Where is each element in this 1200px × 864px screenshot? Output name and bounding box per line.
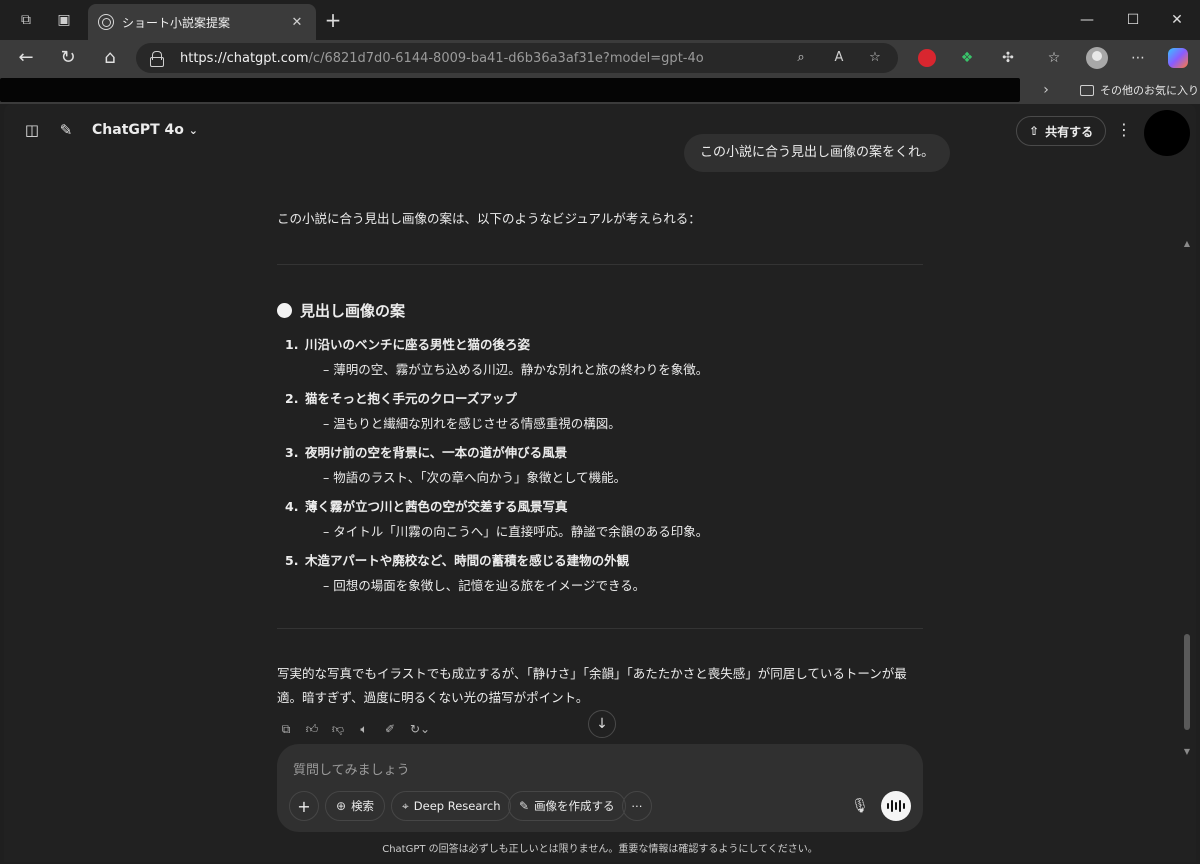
scroll-up-arrow-icon[interactable]: ▲ bbox=[1183, 240, 1191, 248]
prompt-input[interactable] bbox=[293, 758, 893, 782]
folder-icon bbox=[1080, 84, 1094, 96]
divider bbox=[277, 264, 923, 265]
maximize-window-button[interactable]: ☐ bbox=[1110, 8, 1156, 32]
workspaces-icon[interactable]: ⧉ bbox=[16, 10, 36, 30]
list-item: 2. 猫をそっと抱く手元のクローズアップ – 温もりと繊細な別れを感じさせる情感重… bbox=[285, 391, 621, 431]
address-url[interactable]: https://chatgpt.com/c/6821d7d0-6144-8009… bbox=[180, 51, 704, 66]
deep-research-button[interactable]: ⌖ Deep Research bbox=[391, 791, 512, 821]
copilot-icon[interactable] bbox=[1168, 48, 1188, 68]
app-header: ◫ ✎ ChatGPT 4o ⌄ ⇧ 共有する ⋮ bbox=[4, 104, 1196, 158]
voice-mode-button[interactable] bbox=[881, 791, 911, 821]
sidebar-toggle-icon[interactable]: ◫ bbox=[22, 120, 42, 140]
composer: + ⊕検索 ⌖Deep Research ✎画像を作成する ⋯ 🎙︎ bbox=[277, 744, 923, 832]
message-actions: ⧉ 👍︎ 👎︎ 🔈︎ ✐ ↻⌄ bbox=[277, 718, 441, 740]
thumbs-up-icon[interactable]: 👍︎ bbox=[303, 720, 321, 738]
favorites-list-icon[interactable]: ☆ bbox=[1044, 48, 1064, 68]
chevron-down-icon: ⌄ bbox=[188, 124, 199, 137]
address-bar[interactable]: https://chatgpt.com/c/6821d7d0-6144-8009… bbox=[136, 43, 898, 73]
read-aloud-icon[interactable]: A bbox=[830, 49, 848, 67]
other-bookmarks-folder[interactable]: その他のお気に入り bbox=[1080, 80, 1199, 100]
image-brush-icon: ✎ bbox=[519, 799, 530, 813]
chatgpt-app: ◫ ✎ ChatGPT 4o ⌄ ⇧ 共有する ⋮ この小説に合う見出し画像の案を… bbox=[4, 104, 1196, 862]
more-tools-button[interactable]: ⋯ bbox=[622, 791, 652, 821]
other-bookmarks-label: その他のお気に入り bbox=[1100, 84, 1199, 97]
scrollbar-thumb[interactable] bbox=[1184, 634, 1190, 730]
back-arrow-icon[interactable]: ← bbox=[14, 47, 38, 69]
list-item: 5. 木造アパートや廃校など、時間の蓄積を感じる建物の外観 – 回想の場面を象徴し… bbox=[285, 553, 646, 593]
extensions-puzzle-icon[interactable]: ✣ bbox=[998, 48, 1018, 68]
close-window-button[interactable]: ✕ bbox=[1154, 8, 1200, 32]
redacted-bookmarks bbox=[0, 78, 1020, 102]
tab-title: ショート小説案提案 bbox=[122, 15, 231, 30]
assistant-outro-text: 写実的な写真でもイラストでも成立するが、「静けさ」「余韻」「あたたかさと喪失感」… bbox=[277, 666, 907, 705]
tab-actions-icon[interactable]: ▣ bbox=[54, 10, 74, 30]
model-selector[interactable]: ChatGPT 4o ⌄ bbox=[92, 122, 198, 138]
regenerate-icon[interactable]: ↻⌄ bbox=[407, 720, 433, 738]
browser-profile-avatar[interactable] bbox=[1086, 47, 1108, 69]
new-tab-button[interactable]: + bbox=[322, 10, 344, 32]
bookmarks-bar: › その他のお気に入り bbox=[0, 76, 1200, 104]
browser-toolbar: ← ↻ ⌂ https://chatgpt.com/c/6821d7d0-614… bbox=[0, 40, 1200, 76]
more-options-icon[interactable]: ⋮ bbox=[1114, 118, 1134, 142]
refresh-icon[interactable]: ↻ bbox=[56, 47, 80, 69]
chatgpt-favicon-icon bbox=[98, 14, 114, 30]
section-heading: 見出し画像の案 bbox=[277, 300, 405, 321]
divider bbox=[277, 628, 923, 629]
red-extension-icon[interactable] bbox=[918, 49, 936, 67]
microphone-icon[interactable]: 🎙︎ bbox=[845, 791, 875, 821]
thumbs-down-icon[interactable]: 👎︎ bbox=[329, 720, 347, 738]
more-dots-icon: ⋯ bbox=[631, 799, 643, 813]
share-button[interactable]: ⇧ 共有する bbox=[1016, 116, 1107, 146]
globe-icon: ⊕ bbox=[336, 799, 347, 813]
close-tab-icon[interactable]: ✕ bbox=[288, 15, 306, 30]
browser-tab-active[interactable]: ショート小説案提案 ✕ bbox=[88, 4, 316, 40]
add-attachment-button[interactable]: + bbox=[289, 791, 319, 821]
user-message-bubble: この小説に合う見出し画像の案をくれ。 bbox=[684, 134, 951, 172]
scroll-down-small-arrow-icon[interactable]: ▼ bbox=[1183, 748, 1191, 756]
assistant-intro-text: この小説に合う見出し画像の案は、以下のようなビジュアルが考えられる： bbox=[277, 211, 701, 226]
new-chat-icon[interactable]: ✎ bbox=[56, 120, 76, 140]
copy-icon[interactable]: ⧉ bbox=[277, 720, 295, 738]
telescope-icon: ⌖ bbox=[402, 798, 409, 813]
edit-canvas-icon[interactable]: ✐ bbox=[381, 720, 399, 738]
browser-menu-dots-icon[interactable]: ⋯ bbox=[1128, 48, 1148, 68]
disclaimer-text: ChatGPT の回答は必ずしも正しいとは限りません。重要な情報は確認するように… bbox=[382, 844, 818, 855]
bookmarks-overflow-chevron-icon[interactable]: › bbox=[1038, 80, 1054, 100]
list-item: 4. 薄く霧が立つ川と茜色の空が交差する風景写真 – タイトル「川霧の向こうへ」に… bbox=[285, 499, 709, 539]
home-icon[interactable]: ⌂ bbox=[98, 47, 122, 69]
read-aloud-speaker-icon[interactable]: 🔈︎ bbox=[355, 720, 373, 738]
scroll-down-arrow-icon[interactable]: ↓ bbox=[588, 710, 616, 738]
share-upload-icon: ⇧ bbox=[1029, 124, 1040, 138]
list-item: 3. 夜明け前の空を背景に、一本の道が伸びる風景 – 物語のラスト、「次の章へ向か… bbox=[285, 445, 627, 485]
white-circle-icon bbox=[277, 303, 292, 318]
minimize-window-button[interactable]: — bbox=[1064, 8, 1110, 32]
plus-icon: + bbox=[297, 796, 311, 816]
create-image-button[interactable]: ✎ 画像を作成する bbox=[508, 791, 626, 821]
favorite-star-icon[interactable]: ☆ bbox=[866, 49, 884, 67]
green-extension-icon[interactable]: ❖ bbox=[958, 49, 976, 67]
user-avatar[interactable] bbox=[1144, 110, 1190, 156]
zoom-icon[interactable]: ⌕ bbox=[792, 49, 810, 67]
lock-icon[interactable] bbox=[150, 51, 164, 67]
browser-titlebar: ⧉ ▣ ショート小説案提案 ✕ + — ☐ ✕ bbox=[0, 0, 1200, 40]
list-item: 1. 川沿いのベンチに座る男性と猫の後ろ姿 – 薄明の空、霧が立ち込める川辺。静か… bbox=[285, 337, 709, 377]
search-button[interactable]: ⊕ 検索 bbox=[325, 791, 386, 821]
